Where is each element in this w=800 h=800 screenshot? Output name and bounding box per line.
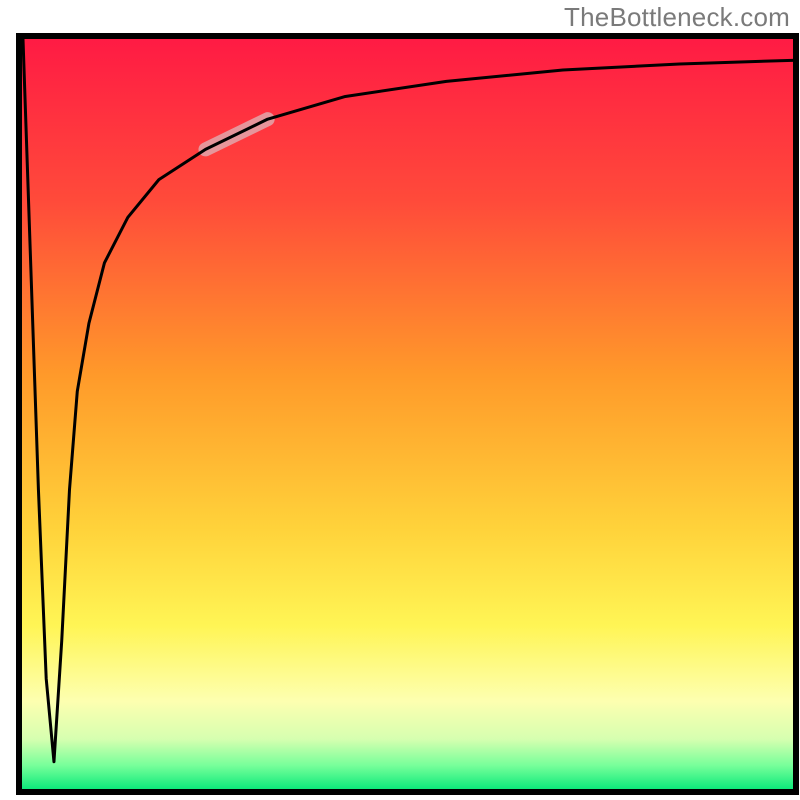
chart-svg (0, 0, 800, 800)
watermark-text: TheBottleneck.com (564, 2, 790, 33)
chart-stage: TheBottleneck.com (0, 0, 800, 800)
